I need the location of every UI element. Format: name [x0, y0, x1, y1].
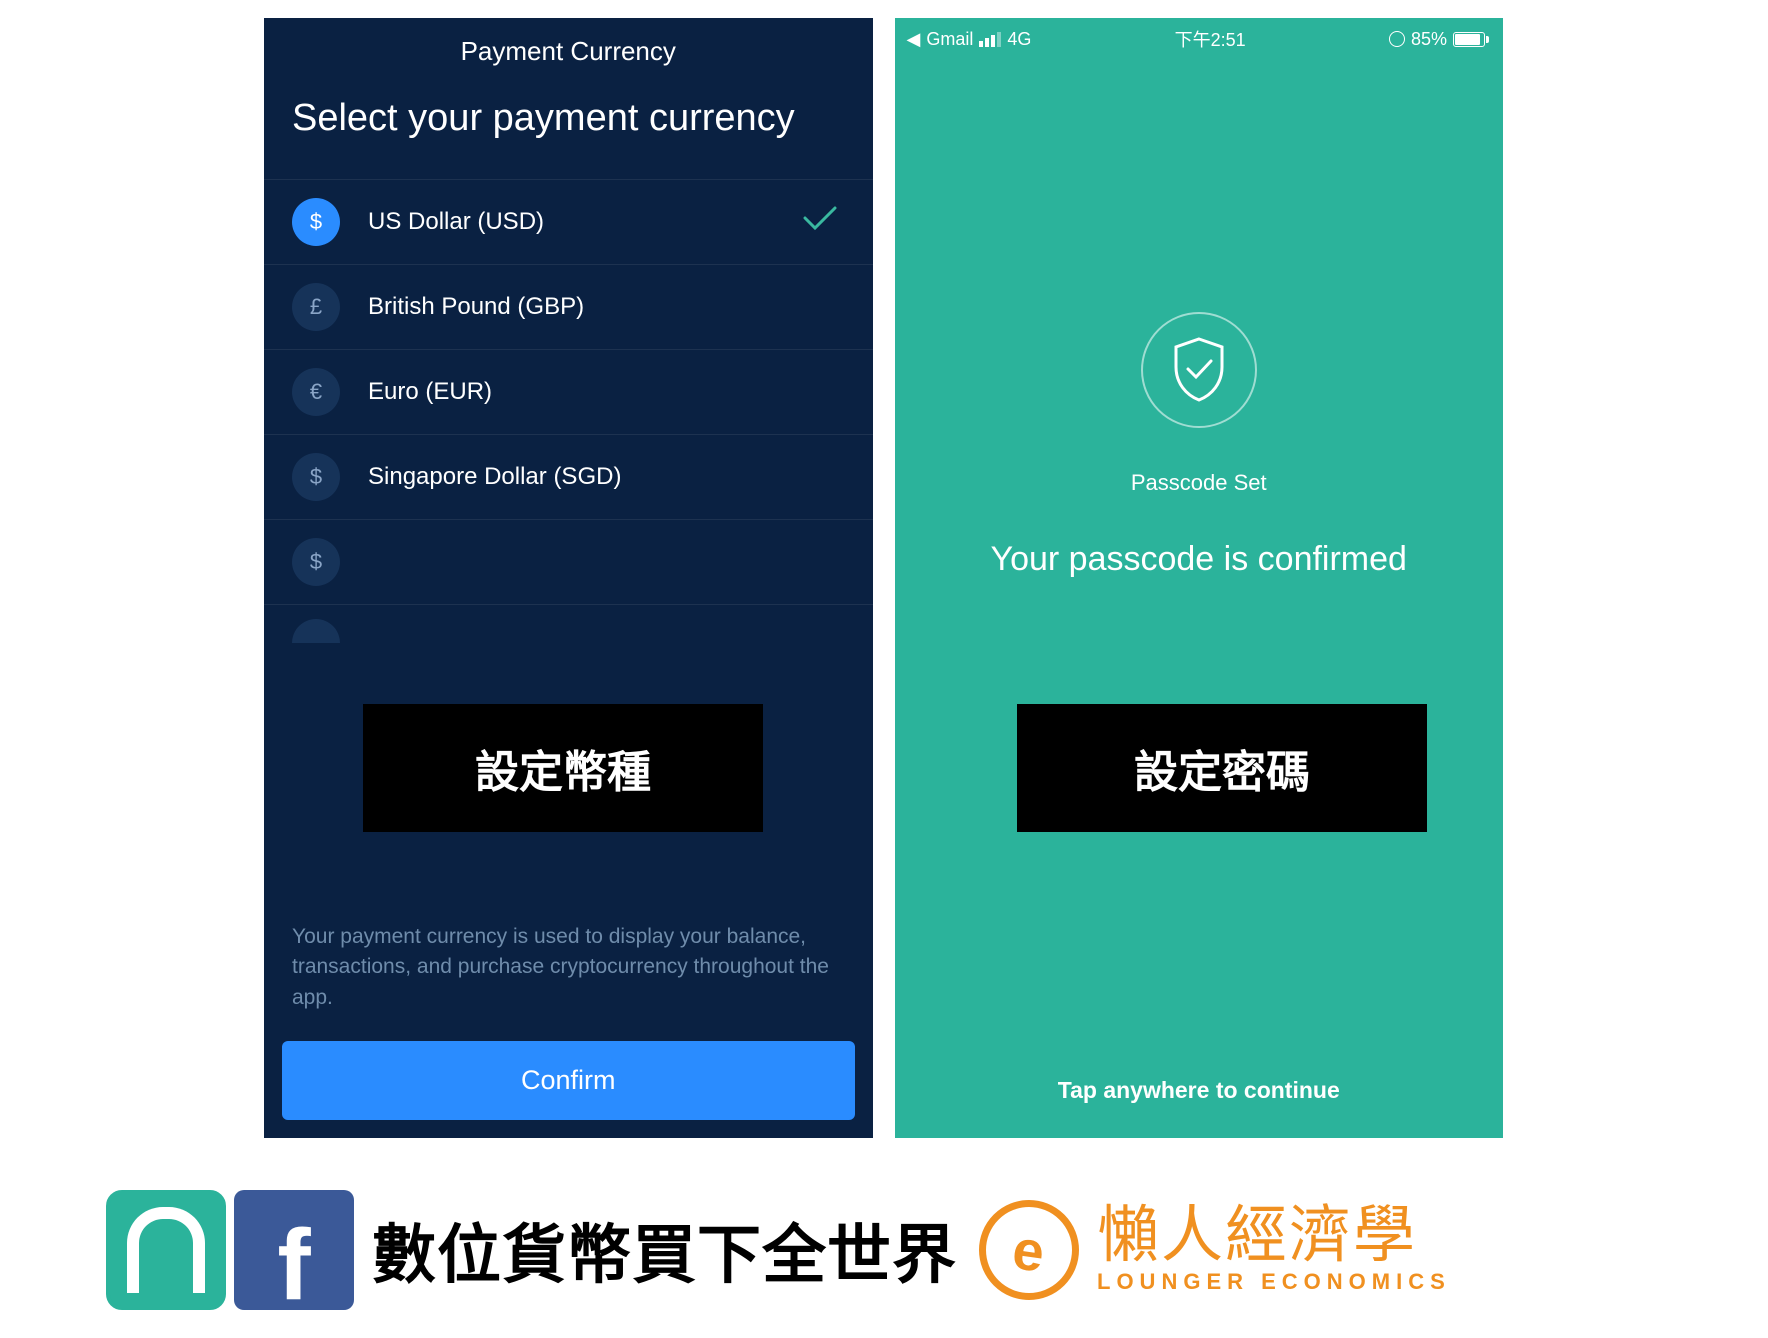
signal-icon	[979, 32, 1001, 47]
currency-symbol-icon	[292, 619, 340, 643]
alarm-icon	[1389, 31, 1405, 47]
brand-name-zh: 懶人經濟學	[1097, 1205, 1451, 1267]
tap-continue-label: Tap anywhere to continue	[895, 1077, 1504, 1104]
facebook-icon: f	[234, 1190, 354, 1310]
page-title: Payment Currency	[264, 18, 873, 95]
currency-item-gbp[interactable]: £ British Pound (GBP)	[264, 264, 873, 349]
currency-symbol-icon: $	[292, 538, 340, 586]
passcode-confirmed-text: Your passcode is confirmed	[971, 540, 1427, 579]
brand-name-en: LOUNGER ECONOMICS	[1097, 1269, 1451, 1295]
back-caret-icon: ◀	[907, 29, 921, 50]
footer-slogan: 數位貨幣買下全世界	[372, 1204, 957, 1296]
payment-currency-screen: Payment Currency Select your payment cur…	[264, 18, 873, 1138]
currency-item-sgd[interactable]: $ Singapore Dollar (SGD)	[264, 434, 873, 519]
currency-item-obscured[interactable]: $	[264, 519, 873, 604]
page-heading: Select your payment currency	[264, 95, 873, 179]
currency-symbol-icon: $	[292, 198, 340, 246]
currency-label: British Pound (GBP)	[368, 293, 845, 321]
currency-symbol-icon: $	[292, 453, 340, 501]
annotation-overlay-currency: 設定幣種	[363, 704, 763, 832]
passcode-confirmed-screen[interactable]: ◀ Gmail 4G 下午2:51 85% Passcode Set Your …	[895, 18, 1504, 1138]
clock-label: 下午2:51	[1175, 26, 1246, 52]
currency-symbol-icon: £	[292, 283, 340, 331]
shield-circle	[1141, 312, 1257, 428]
footer-branding: f 數位貨幣買下全世界 e 懶人經濟學 LOUNGER ECONOMICS	[106, 1190, 1451, 1310]
annotation-overlay-passcode: 設定密碼	[1017, 704, 1427, 832]
status-bar: ◀ Gmail 4G 下午2:51 85%	[895, 18, 1504, 56]
currency-label: Singapore Dollar (SGD)	[368, 463, 845, 491]
check-icon	[803, 205, 837, 239]
currency-item-usd[interactable]: $ US Dollar (USD)	[264, 179, 873, 264]
currency-item-partial[interactable]	[264, 604, 873, 643]
info-text: Your payment currency is used to display…	[264, 864, 873, 1041]
network-label: 4G	[1007, 29, 1031, 50]
confirm-button[interactable]: Confirm	[282, 1041, 855, 1120]
shield-check-icon	[1170, 337, 1228, 403]
currency-label: Euro (EUR)	[368, 378, 845, 406]
currency-symbol-icon: €	[292, 368, 340, 416]
currency-item-eur[interactable]: € Euro (EUR)	[264, 349, 873, 434]
app-logo-icon	[106, 1190, 226, 1310]
brand-logo-icon: e	[979, 1200, 1079, 1300]
battery-percent: 85%	[1411, 29, 1447, 50]
back-app-label: Gmail	[926, 29, 973, 50]
passcode-set-label: Passcode Set	[1131, 470, 1267, 496]
battery-icon	[1453, 32, 1485, 47]
currency-label: US Dollar (USD)	[368, 208, 775, 236]
